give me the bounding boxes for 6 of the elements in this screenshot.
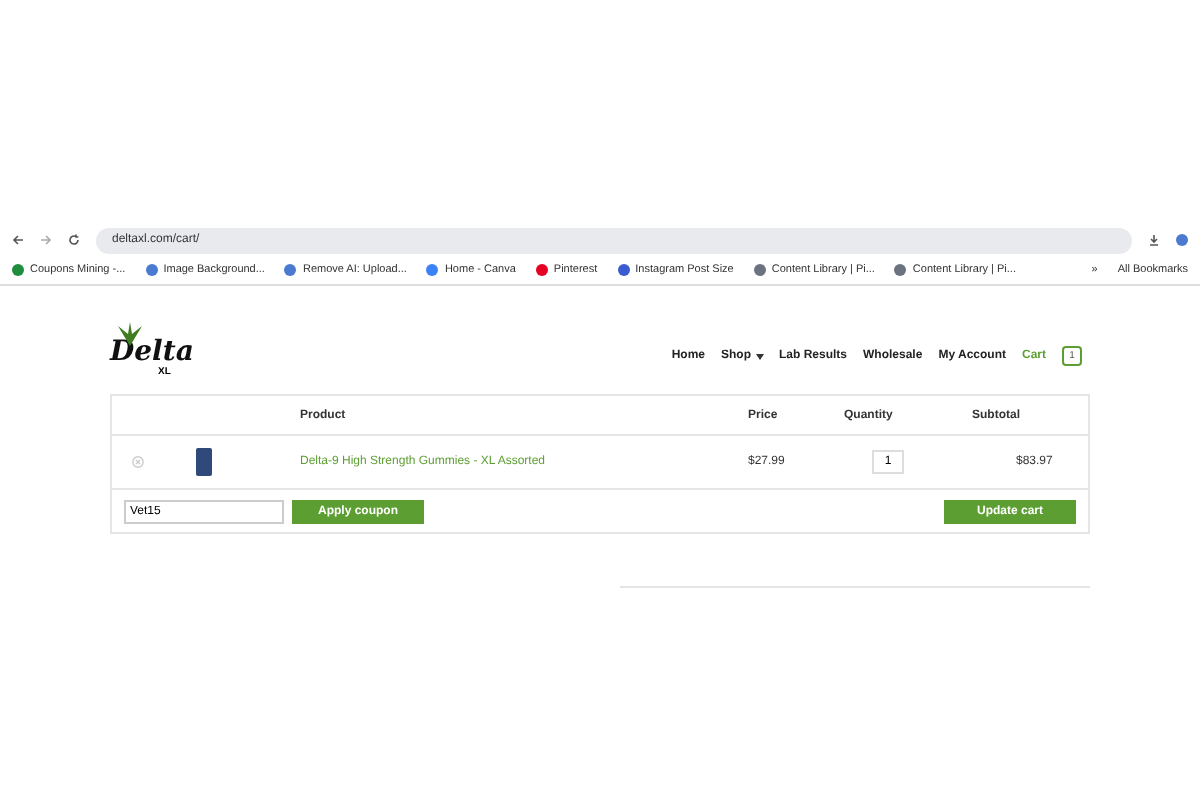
reload-icon[interactable] — [68, 234, 80, 246]
caret-icon[interactable] — [755, 353, 763, 359]
profile-avatar[interactable] — [1176, 234, 1188, 246]
product-jar-icon — [196, 448, 212, 476]
back-icon[interactable] — [12, 234, 24, 246]
download-icon[interactable] — [1148, 234, 1160, 246]
